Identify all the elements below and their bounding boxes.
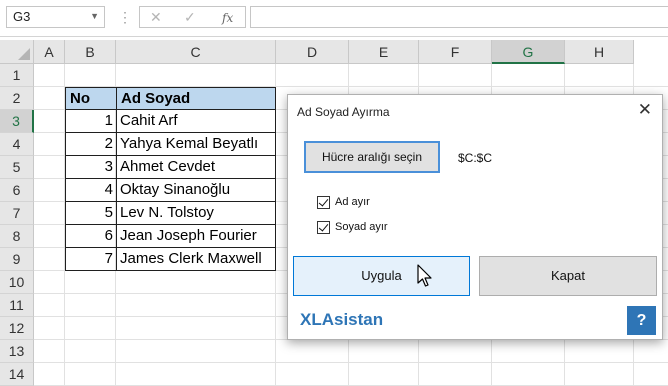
column-header-h[interactable]: H: [565, 40, 634, 64]
column-header-e[interactable]: E: [349, 40, 419, 64]
formula-input[interactable]: [250, 6, 668, 28]
table-cell-no[interactable]: 4: [65, 179, 117, 202]
formula-bar: G3 ▼ ⋮ ✕ ✓ fx: [0, 0, 668, 37]
last-name-checkbox[interactable]: [317, 221, 330, 234]
header-cell-no[interactable]: No: [65, 87, 117, 110]
close-button[interactable]: Kapat: [479, 256, 657, 296]
column-header-g[interactable]: G: [492, 40, 565, 64]
first-name-label[interactable]: Ad ayır: [335, 196, 370, 208]
column-header-b[interactable]: B: [65, 40, 116, 64]
table-cell-name[interactable]: Yahya Kemal Beyatlı: [117, 133, 276, 156]
insert-function-icon[interactable]: fx: [222, 9, 233, 27]
row-header-2[interactable]: 2: [0, 87, 34, 110]
dialog-title: Ad Soyad Ayırma: [297, 105, 390, 119]
enter-icon[interactable]: ✓: [184, 8, 196, 26]
help-button[interactable]: ?: [627, 306, 656, 335]
mouse-cursor-icon: [417, 264, 432, 287]
select-all-button[interactable]: [0, 40, 34, 64]
brand-logo: XLAsistan: [300, 310, 384, 329]
table-cell-name[interactable]: Cahit Arf: [117, 110, 276, 133]
select-range-button[interactable]: Hücre aralığı seçin: [304, 141, 440, 173]
chevron-down-icon[interactable]: ▼: [90, 6, 99, 26]
table-cell-no[interactable]: 1: [65, 110, 117, 133]
name-box-value: G3: [13, 9, 31, 24]
range-value: $C:$C: [458, 151, 493, 165]
row-header-3[interactable]: 3: [0, 110, 34, 133]
cancel-icon[interactable]: ✕: [150, 8, 162, 26]
row-header-11[interactable]: 11: [0, 294, 34, 317]
name-box[interactable]: G3 ▼: [6, 6, 105, 28]
table-cell-no[interactable]: 5: [65, 202, 117, 225]
table-cell-no[interactable]: 2: [65, 133, 117, 156]
row-header-4[interactable]: 4: [0, 133, 34, 156]
row-header-14[interactable]: 14: [0, 363, 34, 386]
table-cell-name[interactable]: Jean Joseph Fourier: [117, 225, 276, 248]
row-header-12[interactable]: 12: [0, 317, 34, 340]
first-name-checkbox[interactable]: [317, 196, 330, 209]
column-header-a[interactable]: A: [34, 40, 65, 64]
header-cell-name[interactable]: Ad Soyad: [116, 87, 276, 110]
apply-button[interactable]: Uygula: [293, 256, 470, 296]
table-cell-no[interactable]: 6: [65, 225, 117, 248]
table-cell-no[interactable]: 7: [65, 248, 117, 271]
table-cell-no[interactable]: 3: [65, 156, 117, 179]
last-name-label[interactable]: Soyad ayır: [335, 221, 388, 233]
row-header-5[interactable]: 5: [0, 156, 34, 179]
row-header-1[interactable]: 1: [0, 64, 34, 87]
row-header-13[interactable]: 13: [0, 340, 34, 363]
column-header-f[interactable]: F: [419, 40, 492, 64]
table-cell-name[interactable]: James Clerk Maxwell: [117, 248, 276, 271]
split-name-dialog: Ad Soyad Ayırma ✕ Hücre aralığı seçin $C…: [287, 94, 663, 340]
row-gridline: [34, 362, 668, 363]
row-header-10[interactable]: 10: [0, 271, 34, 294]
column-header-c[interactable]: C: [116, 40, 276, 64]
table-cell-name[interactable]: Ahmet Cevdet: [117, 156, 276, 179]
table-cell-name[interactable]: Oktay Sinanoğlu: [117, 179, 276, 202]
row-header-6[interactable]: 6: [0, 179, 34, 202]
column-header-d[interactable]: D: [276, 40, 349, 64]
formula-bar-grip-icon: ⋮: [118, 9, 132, 25]
close-icon[interactable]: ✕: [638, 100, 652, 120]
table-cell-name[interactable]: Lev N. Tolstoy: [117, 202, 276, 225]
row-header-9[interactable]: 9: [0, 248, 34, 271]
row-header-7[interactable]: 7: [0, 202, 34, 225]
row-header-8[interactable]: 8: [0, 225, 34, 248]
formula-buttons: ✕ ✓ fx: [139, 6, 246, 28]
